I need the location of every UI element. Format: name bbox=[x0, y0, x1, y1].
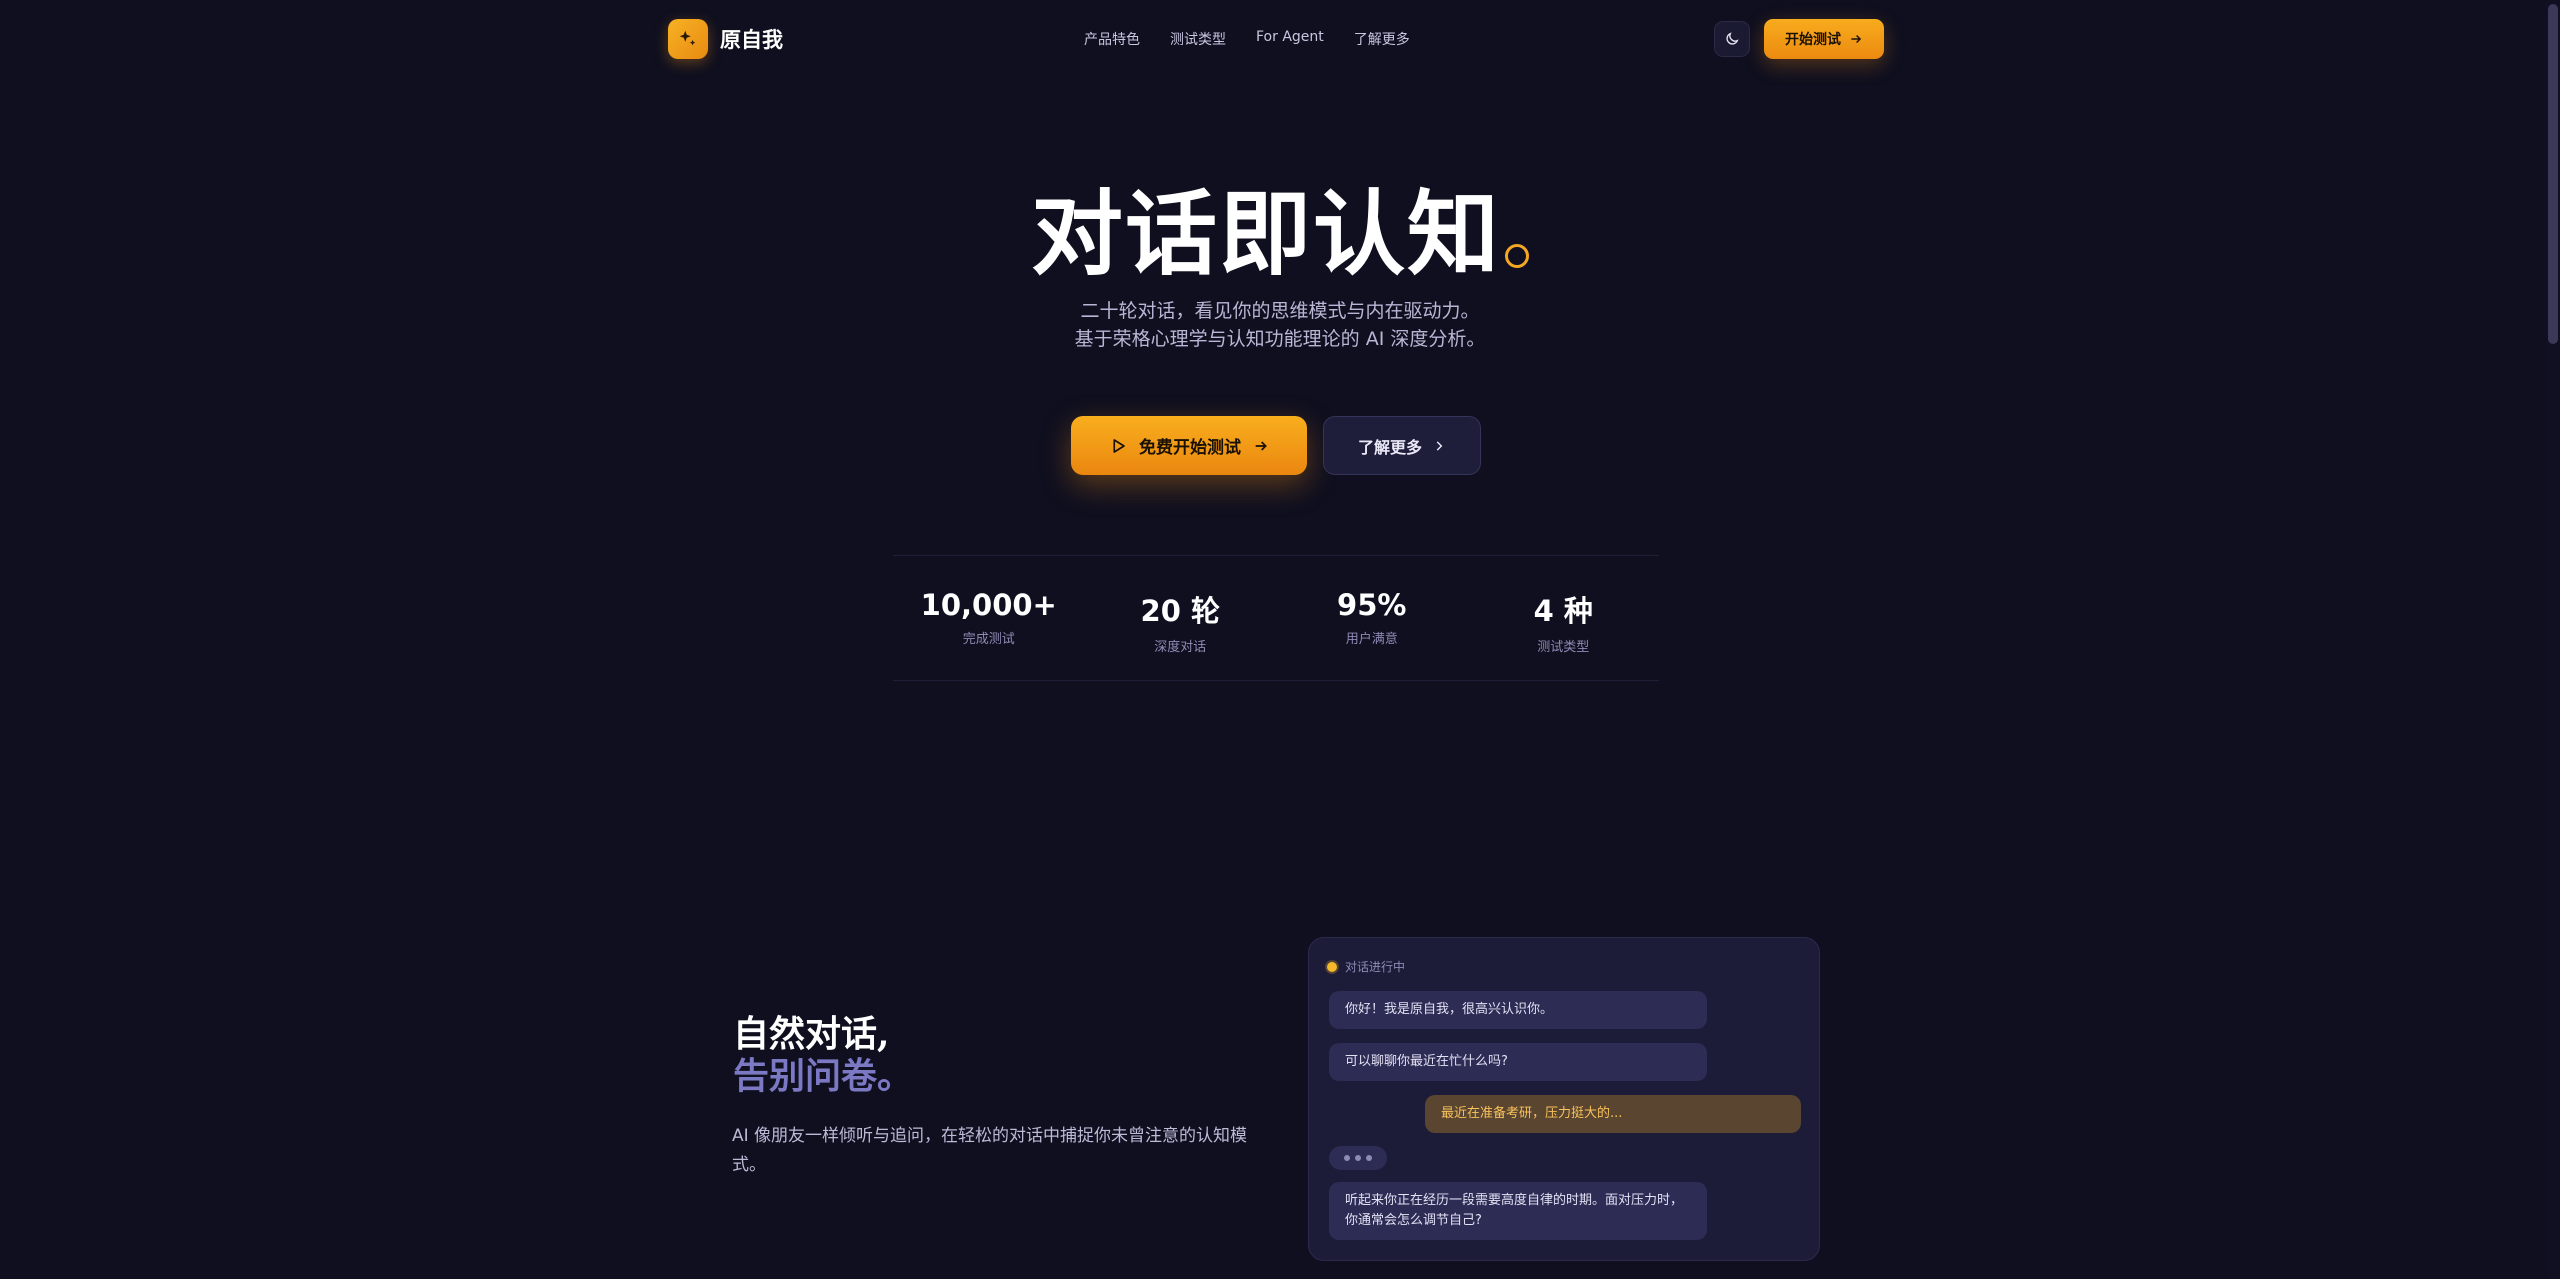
chat-message-ai: 可以聊聊你最近在忙什么吗? bbox=[1329, 1043, 1707, 1081]
brand-name: 原自我 bbox=[720, 27, 783, 52]
arrow-right-icon bbox=[1255, 440, 1267, 451]
theme-toggle-button[interactable] bbox=[1714, 21, 1750, 57]
stat-item: 20 轮 深度对话 bbox=[1085, 556, 1277, 680]
feature-title-line1: 自然对话, bbox=[733, 1013, 890, 1055]
stat-item: 10,000+ 完成测试 bbox=[893, 556, 1085, 680]
top-nav: 原自我 产品特色 测试类型 For Agent 了解更多 开始测试 bbox=[0, 0, 2560, 80]
nav-link-for-agent[interactable]: For Agent bbox=[1256, 29, 1324, 49]
chat-message-ai: 听起来你正在经历一段需要高度自律的时期。面对压力时，你通常会怎么调节自己? bbox=[1329, 1182, 1707, 1240]
stat-label: 用户满意 bbox=[1345, 632, 1398, 647]
typing-indicator bbox=[1329, 1146, 1387, 1170]
hero-title: 对话即认知 bbox=[0, 160, 2560, 293]
feature-title-line2: 告别问卷。 bbox=[733, 1055, 914, 1097]
nav-start-label: 开始测试 bbox=[1785, 32, 1841, 48]
stat-label: 深度对话 bbox=[1154, 640, 1207, 655]
hero-subtitle-line2: 基于荣格心理学与认知功能理论的 AI 深度分析。 bbox=[1074, 328, 1486, 350]
title-dot-icon bbox=[1505, 244, 1529, 268]
stat-label: 测试类型 bbox=[1537, 640, 1590, 655]
stat-item: 95% 用户满意 bbox=[1276, 556, 1468, 680]
hero-title-text: 对话即认知 bbox=[1030, 180, 1501, 288]
status-dot-icon bbox=[1327, 961, 1337, 972]
arrow-right-icon bbox=[1851, 34, 1862, 44]
chat-status: 对话进行中 bbox=[1327, 958, 1405, 975]
nav-link-features[interactable]: 产品特色 bbox=[1084, 29, 1140, 49]
free-start-test-label: 免费开始测试 bbox=[1139, 438, 1241, 458]
feature-description: AI 像朋友一样倾听与追问，在轻松的对话中捕捉你未曾注意的认知模式。 bbox=[732, 1126, 1248, 1175]
chat-message-ai: 你好！我是原自我，很高兴认识你。 bbox=[1329, 991, 1707, 1029]
stat-item: 4 种 测试类型 bbox=[1468, 556, 1660, 680]
learn-more-label: 了解更多 bbox=[1357, 437, 1422, 457]
brand-logo[interactable]: 原自我 bbox=[668, 19, 783, 59]
stats-bar: 10,000+ 完成测试 20 轮 深度对话 95% 用户满意 4 种 测试类型 bbox=[893, 555, 1659, 681]
scrollbar-thumb[interactable] bbox=[2548, 4, 2558, 344]
stat-value: 4 种 bbox=[1533, 594, 1593, 628]
moon-icon bbox=[1726, 32, 1739, 45]
nav-start-test-button[interactable]: 开始测试 bbox=[1764, 19, 1884, 59]
learn-more-button[interactable]: 了解更多 bbox=[1323, 416, 1481, 475]
stat-value: 20 轮 bbox=[1140, 594, 1220, 628]
chat-message-user: 最近在准备考研，压力挺大的... bbox=[1425, 1095, 1801, 1133]
chevron-right-icon bbox=[1436, 440, 1443, 451]
stat-label: 完成测试 bbox=[962, 632, 1015, 647]
free-start-test-button[interactable]: 免费开始测试 bbox=[1071, 416, 1307, 475]
nav-link-learn-more[interactable]: 了解更多 bbox=[1354, 29, 1410, 49]
sparkle-icon bbox=[668, 19, 708, 59]
nav-link-test-types[interactable]: 测试类型 bbox=[1170, 29, 1226, 49]
hero-subtitle-line1: 二十轮对话，看见你的思维模式与内在驱动力。 bbox=[1080, 300, 1480, 322]
feature-title: 自然对话, 告别问卷。 bbox=[733, 1013, 913, 1097]
chat-status-label: 对话进行中 bbox=[1345, 960, 1406, 974]
play-icon bbox=[1113, 438, 1125, 453]
stat-value: 95% bbox=[1337, 588, 1407, 622]
stat-value: 10,000+ bbox=[920, 588, 1057, 622]
page-scrollbar[interactable] bbox=[2546, 0, 2560, 1279]
chat-preview-card: 对话进行中 你好！我是原自我，很高兴认识你。 可以聊聊你最近在忙什么吗? 最近在… bbox=[1308, 937, 1820, 1261]
